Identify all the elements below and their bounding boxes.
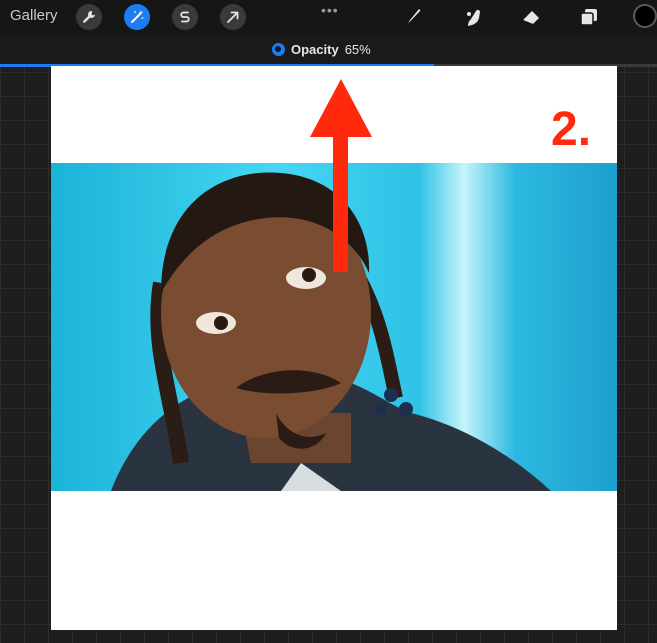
red-arrow-icon bbox=[310, 79, 372, 272]
